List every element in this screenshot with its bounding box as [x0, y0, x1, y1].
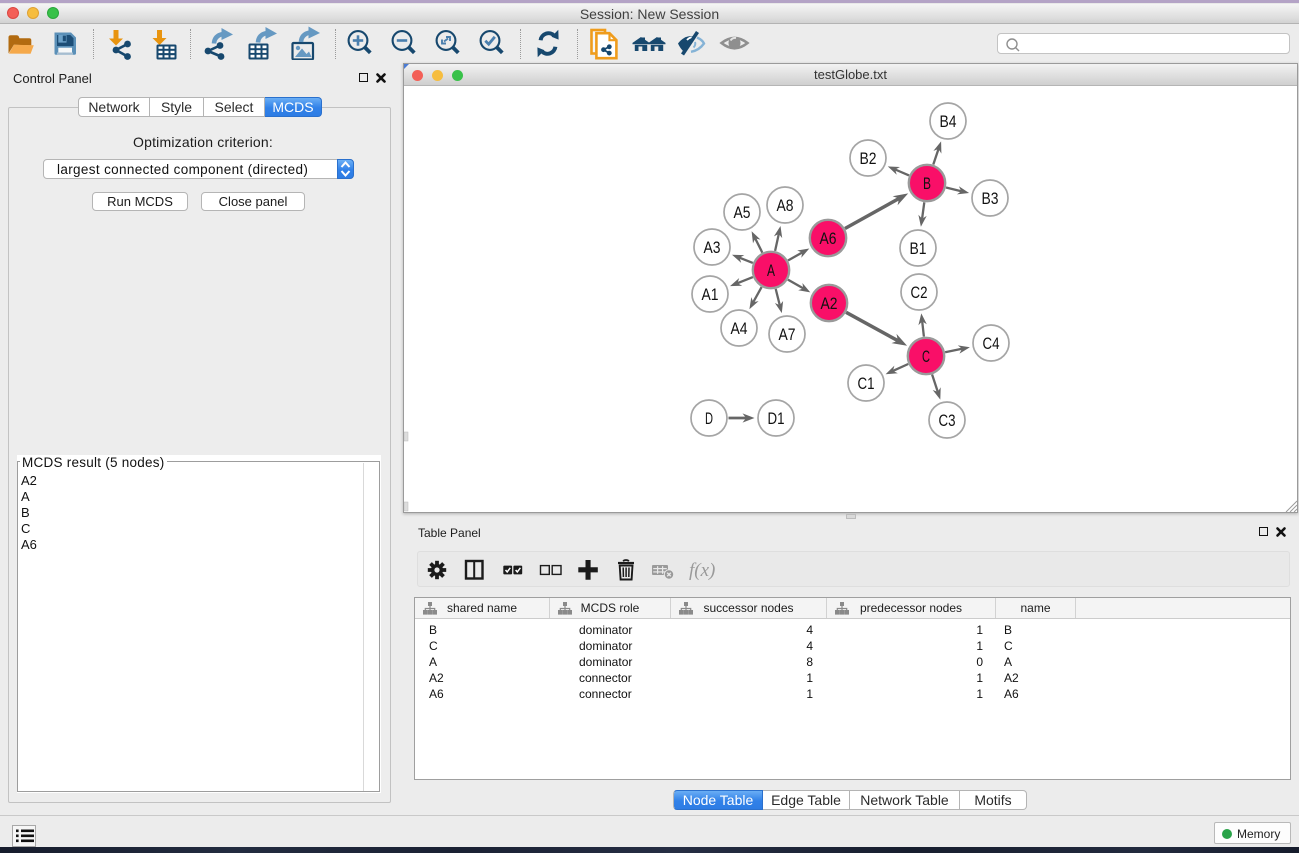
svg-text:A3: A3	[704, 238, 721, 257]
svg-text:A7: A7	[779, 325, 796, 344]
svg-text:C3: C3	[939, 411, 956, 430]
svg-text:A8: A8	[777, 196, 794, 215]
svg-text:A: A	[767, 261, 775, 280]
svg-text:B3: B3	[982, 189, 999, 208]
svg-text:A2: A2	[821, 294, 838, 313]
svg-text:B1: B1	[910, 239, 927, 258]
svg-text:D: D	[705, 409, 713, 428]
svg-text:A4: A4	[731, 319, 748, 338]
svg-text:C1: C1	[858, 374, 875, 393]
svg-text:C2: C2	[911, 283, 928, 302]
svg-text:A5: A5	[734, 203, 751, 222]
svg-text:B: B	[923, 174, 931, 193]
svg-text:B4: B4	[940, 112, 957, 131]
svg-text:B2: B2	[860, 149, 877, 168]
svg-text:C4: C4	[983, 334, 1000, 353]
svg-text:D1: D1	[768, 409, 785, 428]
svg-text:A6: A6	[820, 229, 837, 248]
svg-text:C: C	[922, 347, 930, 366]
svg-text:f(x): f(x)	[689, 560, 715, 581]
svg-text:A1: A1	[702, 285, 719, 304]
